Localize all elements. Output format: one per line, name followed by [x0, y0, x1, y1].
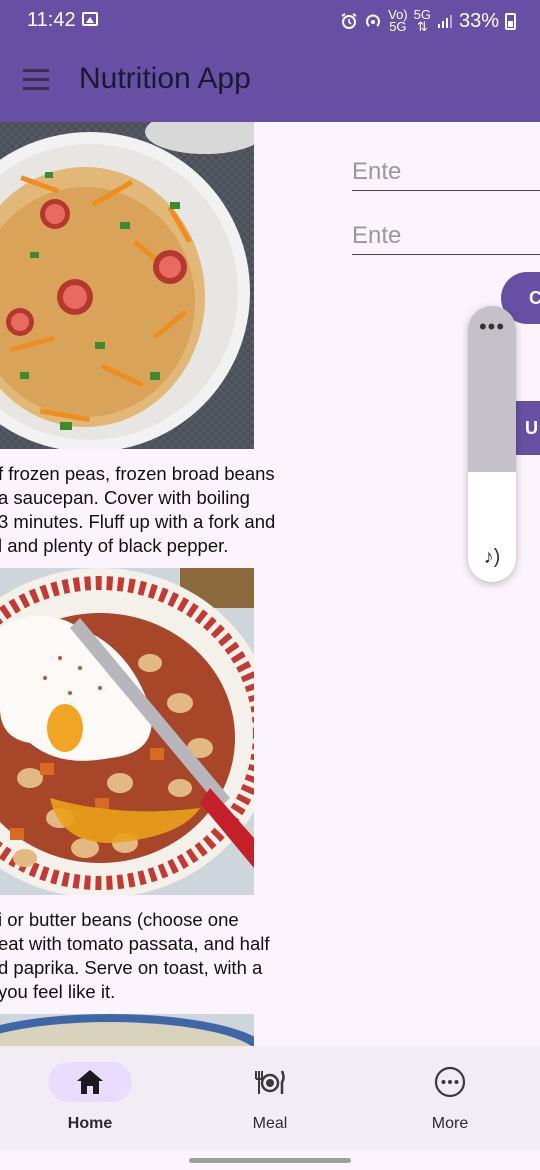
- alarm-icon: [341, 13, 357, 29]
- recipe-image-porridge: [0, 1014, 254, 1046]
- recipe-image-salad: [0, 122, 254, 449]
- hamburger-menu-icon[interactable]: [23, 69, 49, 91]
- meal-icon: [180, 1066, 360, 1098]
- more-circle-icon: [360, 1066, 540, 1098]
- main-content[interactable]: f frozen peas, frozen broad beans a sauc…: [0, 122, 540, 1046]
- recipe-description-1: f frozen peas, frozen broad beans a sauc…: [0, 463, 276, 556]
- music-note-icon[interactable]: ♪): [468, 546, 516, 569]
- status-right: Vo) 5G 5G ⇅ 33%: [340, 7, 516, 34]
- battery-percent: 33%: [458, 9, 499, 32]
- nav-item-meal[interactable]: Meal: [180, 1046, 360, 1150]
- update-button[interactable]: U: [515, 401, 540, 455]
- nav-item-home[interactable]: Home: [0, 1046, 180, 1150]
- home-icon: [0, 1066, 180, 1098]
- recipe-image-beans: [0, 568, 254, 895]
- bottom-navigation: Home Meal More: [0, 1046, 540, 1150]
- volume-panel[interactable]: ••• ♪): [468, 306, 516, 582]
- home-gesture-handle[interactable]: [189, 1158, 351, 1163]
- input-field-2[interactable]: [352, 218, 540, 255]
- gallery-notification-icon: [82, 12, 98, 26]
- data-5g-label: 5G: [413, 7, 431, 22]
- recipe-description-2: i or butter beans (choose one eat with t…: [0, 909, 270, 1002]
- nav-label-more: More: [431, 1115, 469, 1132]
- nav-label-meal: Meal: [252, 1115, 288, 1132]
- status-bar: 11:42 Vo) 5G 5G ⇅ 33%: [0, 0, 540, 42]
- signal-icon: [437, 15, 452, 28]
- more-dots-icon[interactable]: •••: [468, 316, 516, 338]
- volte-indicator: Vo) 5G: [388, 8, 408, 34]
- nav-item-more[interactable]: More: [360, 1046, 540, 1150]
- hotspot-icon: [366, 14, 381, 27]
- input-field-2-input[interactable]: [352, 218, 540, 254]
- volte-5g-label: 5G: [389, 19, 407, 34]
- status-time: 11:42: [27, 9, 76, 31]
- gesture-bar: [0, 1150, 540, 1170]
- data-5g-indicator: 5G ⇅: [413, 7, 431, 34]
- app-bar: Nutrition App: [0, 42, 540, 122]
- input-field-1-input[interactable]: [352, 154, 540, 190]
- input-field-1[interactable]: [352, 154, 540, 191]
- app-title: Nutrition App: [79, 62, 251, 95]
- battery-icon: [505, 12, 516, 30]
- nav-label-home: Home: [67, 1115, 113, 1132]
